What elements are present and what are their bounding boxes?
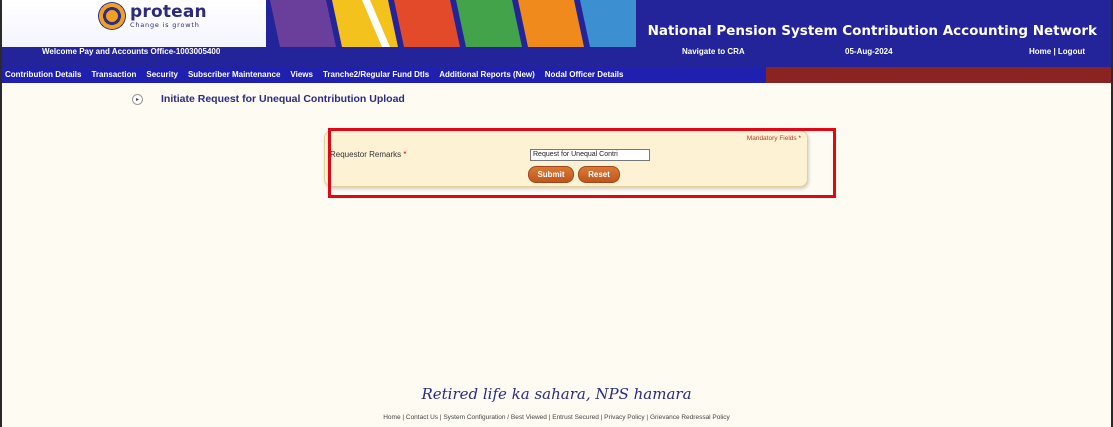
protean-logo: protean Change is growth [98,2,207,30]
welcome-text: Welcome Pay and Accounts Office-10030054… [42,47,221,56]
header-stripe [518,0,584,47]
menu-items: Contribution Details Transaction Securit… [2,67,766,83]
footer-links: Home | Contact Us | System Configuration… [2,414,1111,421]
page-title: Initiate Request for Unequal Contributio… [161,93,405,105]
home-logout-links[interactable]: Home | Logout [1029,47,1085,57]
logo-name: protean [130,1,207,22]
header-stripe [394,0,460,47]
footer-grievance-link[interactable]: Grievance Redressal Policy [650,414,730,421]
menu-subscriber-maintenance[interactable]: Subscriber Maintenance [183,67,285,83]
app-frame: protean Change is growth National Pensio… [0,0,1113,427]
nps-tagline: Retired life ka sahara, NPS hamara [421,385,692,403]
menu-additional-reports[interactable]: Additional Reports (New) [434,67,540,83]
header-stripe [456,0,522,47]
footer-home-link[interactable]: Home [383,414,400,421]
navigate-to-cra-link[interactable]: Navigate to CRA [682,47,745,57]
menu-contribution-details[interactable]: Contribution Details [2,67,86,83]
menu-security[interactable]: Security [141,67,183,83]
site-title: National Pension System Contribution Acc… [647,23,1097,39]
menu-views[interactable]: Views [285,67,318,83]
page-heading: ▸ Initiate Request for Unequal Contribut… [132,93,405,105]
menu-tranche2-regular-fund[interactable]: Tranche2/Regular Fund Dtls [318,67,434,83]
header-color-stripes [270,0,636,47]
footer-system-config-link[interactable]: System Configuration / Best Viewed [443,414,547,421]
header: protean Change is growth National Pensio… [2,0,1111,57]
menu-nodal-officer-details[interactable]: Nodal Officer Details [540,67,629,83]
footer-privacy-link[interactable]: Privacy Policy [604,414,644,421]
welcome-bar: Welcome Pay and Accounts Office-10030054… [2,47,1111,57]
menu-transaction[interactable]: Transaction [86,67,141,83]
footer-contact-link[interactable]: Contact Us [406,414,438,421]
header-band [2,57,1111,67]
logo-tagline: Change is growth [130,20,200,29]
bullet-arrow-icon: ▸ [132,93,143,105]
highlight-annotation-box [328,128,836,198]
current-date: 05-Aug-2024 [845,47,893,56]
menu-bar: Contribution Details Transaction Securit… [2,67,1111,83]
header-stripe [580,0,636,47]
logo-area: protean Change is growth [2,0,266,47]
footer-entrust-link[interactable]: Entrust Secured [552,414,599,421]
header-stripe [270,0,336,47]
protean-logo-icon [98,2,126,30]
